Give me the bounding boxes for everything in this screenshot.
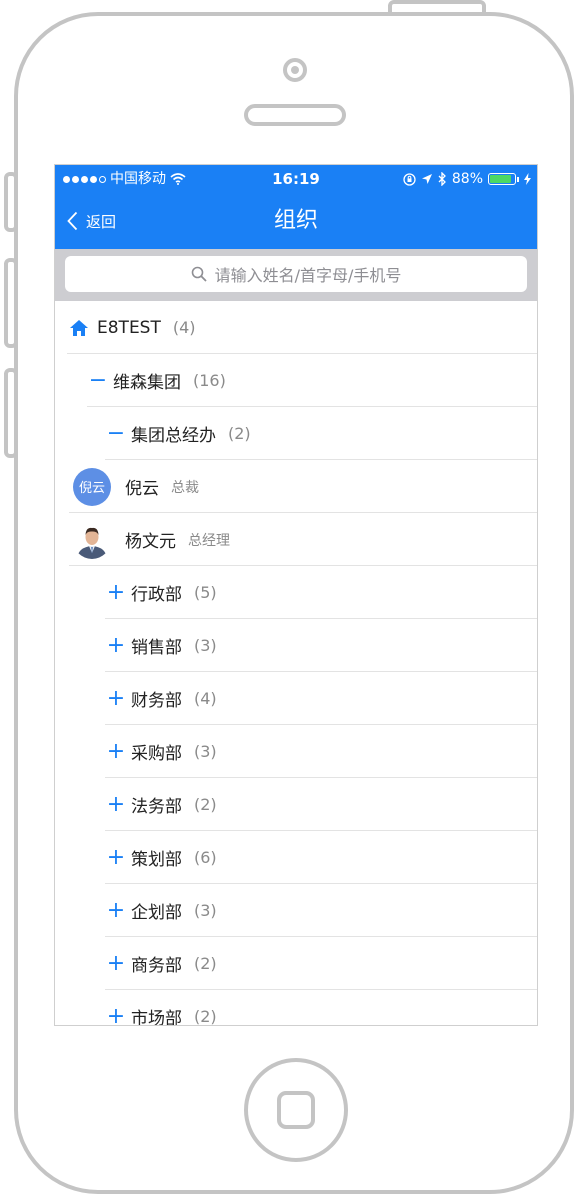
speaker-grille <box>244 104 346 126</box>
department-label: 采购部 <box>131 744 182 764</box>
group-label: 维森集团 <box>113 373 181 393</box>
department-label: 财务部 <box>131 691 182 711</box>
person-photo-icon <box>73 520 111 559</box>
search-icon <box>191 266 207 282</box>
department-row[interactable]: + 采购部 (3) <box>55 725 537 778</box>
battery-tip <box>517 176 519 182</box>
department-label: 商务部 <box>131 956 182 976</box>
home-icon <box>70 319 88 336</box>
status-bar: 中国移动 16:19 88% <box>55 165 537 193</box>
department-count: (3) <box>194 636 217 655</box>
department-label: 行政部 <box>131 585 182 605</box>
office-label: 集团总经办 <box>131 426 216 446</box>
department-count: (2) <box>194 954 217 973</box>
department-row[interactable]: + 策划部 (6) <box>55 831 537 884</box>
status-right: 88% <box>403 165 531 193</box>
person-title: 总裁 <box>171 479 199 496</box>
plus-icon: + <box>106 950 126 976</box>
person-name: 倪云 <box>125 479 159 499</box>
search-placeholder: 请输入姓名/首字母/手机号 <box>214 266 402 285</box>
department-list: + 行政部 (5) + 销售部 (3) + 财务部 (4) + 采购部 (3) + 法务部 (2) + 策划部(… <box>55 566 537 1026</box>
minus-icon: − <box>106 420 126 446</box>
nav-bar: 返回 组织 <box>55 193 537 249</box>
tree-office-row[interactable]: − 集团总经办 (2) <box>55 407 537 460</box>
plus-icon: + <box>106 844 126 870</box>
avatar: 倪云 <box>73 467 111 506</box>
bluetooth-icon <box>438 172 446 186</box>
root-count: (4) <box>172 318 196 337</box>
department-count: (5) <box>194 583 217 602</box>
plus-icon: + <box>106 632 126 658</box>
charging-bolt-icon <box>524 173 531 185</box>
phone-screen: 中国移动 16:19 88% 返回 组织 请输入姓名/首字母/手机号 E8TES… <box>54 164 538 1026</box>
department-label: 销售部 <box>131 638 182 658</box>
root-label: E8TEST <box>97 317 161 338</box>
office-count: (2) <box>228 424 251 443</box>
department-label: 策划部 <box>131 850 182 870</box>
department-label: 企划部 <box>131 903 182 923</box>
department-label: 市场部 <box>131 1009 182 1026</box>
page-title: 组织 <box>273 208 318 233</box>
avatar <box>73 520 111 559</box>
department-count: (2) <box>194 1007 217 1026</box>
department-count: (4) <box>194 689 217 708</box>
tree-group-row[interactable]: − 维森集团 (16) <box>55 354 537 407</box>
search-bar: 请输入姓名/首字母/手机号 <box>55 249 537 301</box>
tree-root-row[interactable]: E8TEST (4) <box>55 301 537 354</box>
plus-icon: + <box>106 685 126 711</box>
department-label: 法务部 <box>131 797 182 817</box>
plus-icon: + <box>106 897 126 923</box>
battery-percent: 88% <box>451 171 483 187</box>
plus-icon: + <box>106 579 126 605</box>
department-count: (6) <box>194 848 217 867</box>
org-tree: E8TEST (4) − 维森集团 (16) − 集团总经办 (2) 倪云 倪云… <box>55 301 537 1026</box>
plus-icon: + <box>106 791 126 817</box>
department-row[interactable]: + 企划部 (3) <box>55 884 537 937</box>
camera-icon <box>283 58 307 82</box>
person-name: 杨文元 <box>125 532 176 552</box>
department-row[interactable]: + 商务部 (2) <box>55 937 537 990</box>
person-row[interactable]: 倪云 倪云 总裁 <box>55 460 537 513</box>
orientation-lock-icon <box>403 172 416 186</box>
department-row[interactable]: + 市场部 (2) <box>55 990 537 1026</box>
home-button[interactable] <box>244 1058 348 1162</box>
department-count: (2) <box>194 795 217 814</box>
plus-icon: + <box>106 1003 126 1026</box>
group-count: (16) <box>193 371 226 390</box>
department-row[interactable]: + 法务部 (2) <box>55 778 537 831</box>
location-arrow-icon <box>421 174 432 184</box>
department-count: (3) <box>194 901 217 920</box>
department-row[interactable]: + 财务部 (4) <box>55 672 537 725</box>
search-input[interactable]: 请输入姓名/首字母/手机号 <box>65 256 527 292</box>
minus-icon: − <box>88 367 108 393</box>
battery-icon <box>488 173 516 185</box>
department-row[interactable]: + 行政部 (5) <box>55 566 537 619</box>
department-row[interactable]: + 销售部 (3) <box>55 619 537 672</box>
person-title: 总经理 <box>188 532 230 549</box>
person-row[interactable]: 杨文元 总经理 <box>55 513 537 566</box>
department-count: (3) <box>194 742 217 761</box>
plus-icon: + <box>106 738 126 764</box>
